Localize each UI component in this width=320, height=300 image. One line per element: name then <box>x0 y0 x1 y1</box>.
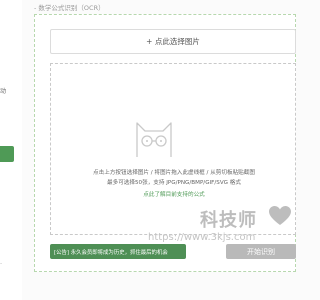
sidebar-dash: - <box>0 260 3 267</box>
start-recognition-button[interactable]: 开始识别 <box>226 244 296 259</box>
dropzone-hint-line2: 最多可选择50张，支持 JPG/PNG/BMP/GIF/SVG 格式 <box>107 180 241 186</box>
left-sidebar: 动 - <box>0 0 22 300</box>
select-image-button[interactable]: + 点此选择图片 <box>50 29 296 54</box>
watermark-url: https://www.3kjs.com <box>148 232 256 243</box>
dropzone-hint-line1: 点击上方按钮选择图片 / 将图片拖入此虚线框 / 从剪切板粘贴截图 <box>93 170 255 176</box>
heart-icon <box>269 206 291 225</box>
sidebar-active-tab[interactable] <box>0 146 14 162</box>
supported-formulas-link[interactable]: 点此了解目前支持的公式 <box>54 190 294 198</box>
cat-glasses-icon <box>136 122 172 157</box>
section-title: - 数学公式识别（OCR） <box>34 4 105 12</box>
watermark-brand: 科技师 <box>200 210 257 231</box>
announcement-banner[interactable]: [公告] 永久会员即将成为历史，抓住最后的机会 <box>50 244 186 259</box>
sidebar-partial-label[interactable]: 动 <box>0 86 6 95</box>
